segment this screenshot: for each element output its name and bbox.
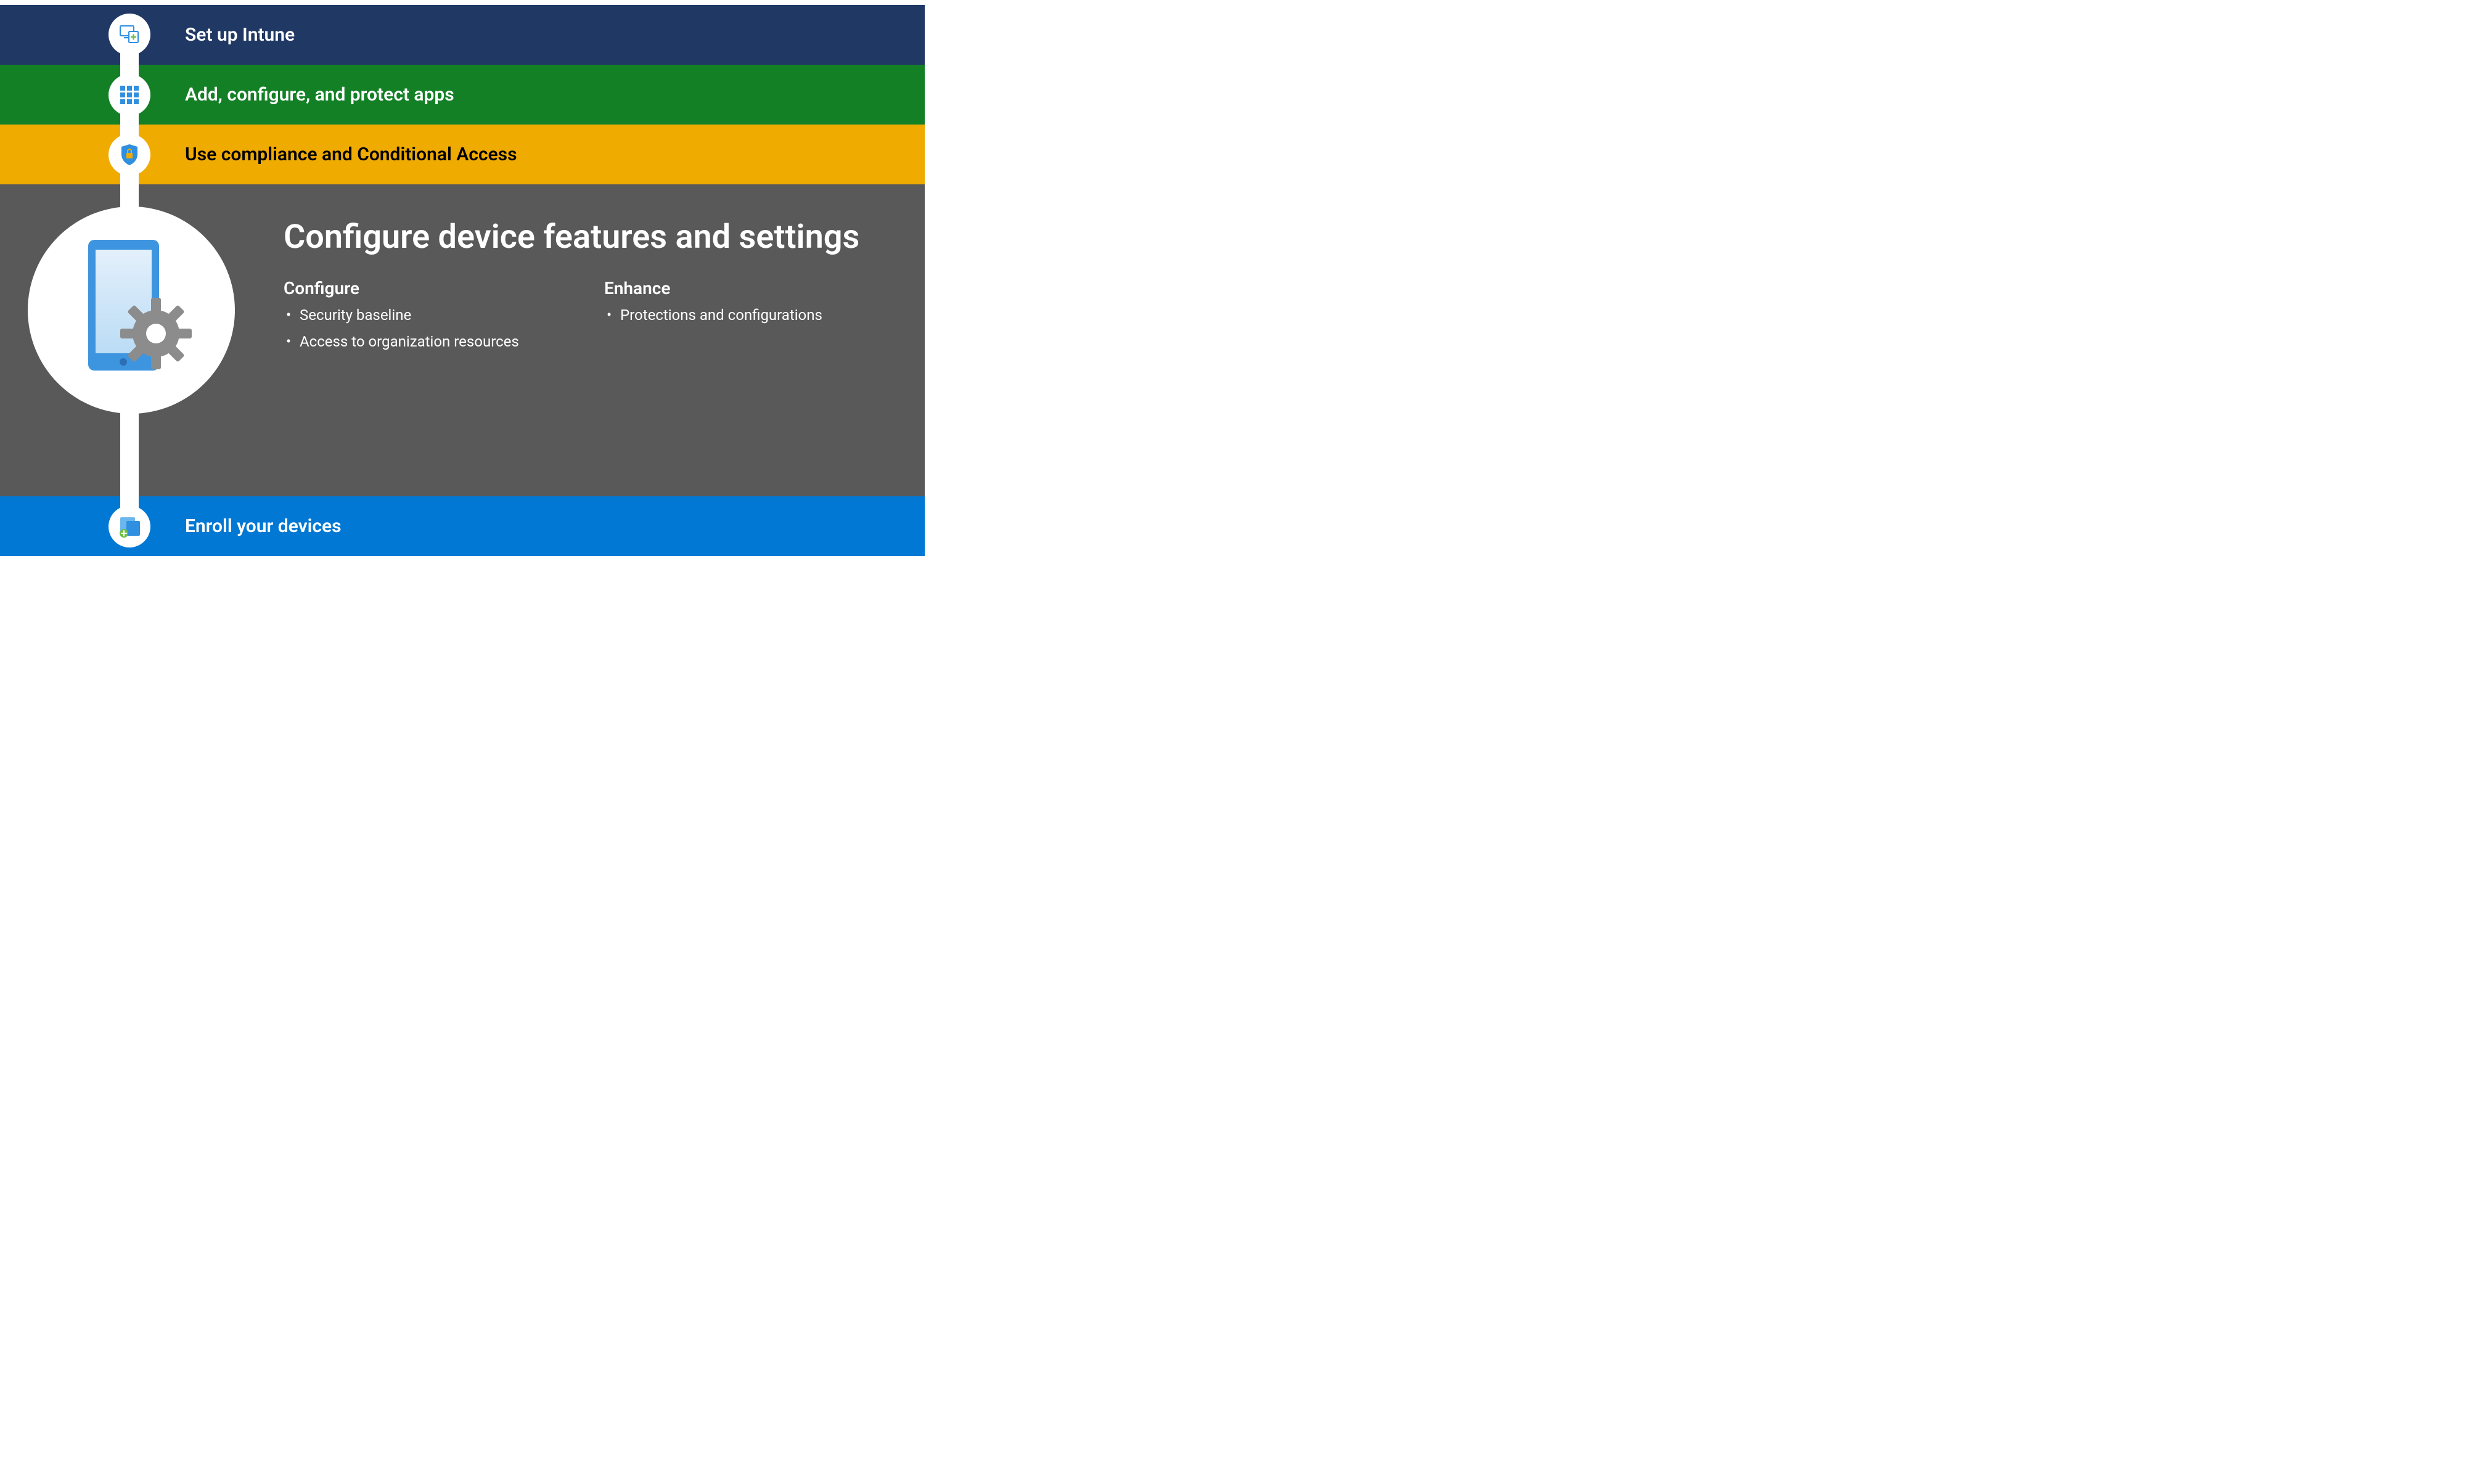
apps-grid-icon (119, 84, 140, 105)
intune-steps-diagram: Set up Intune Add, configure, and protec… (0, 0, 925, 557)
monitor-device-icon (117, 22, 142, 47)
column-enhance-heading: Enhance (604, 278, 888, 298)
column-configure-heading: Configure (284, 278, 567, 298)
step-enroll-circle (109, 506, 150, 547)
step-apps-label: Add, configure, and protect apps (185, 84, 454, 105)
step-apps-circle (109, 74, 150, 116)
column-enhance: Enhance Protections and configurations (604, 278, 888, 358)
step-compliance-label: Use compliance and Conditional Access (185, 144, 517, 165)
list-item: Protections and configurations (604, 305, 888, 326)
active-step-title: Configure device features and settings (284, 218, 888, 256)
device-add-icon (117, 515, 142, 538)
step-enroll-label: Enroll your devices (185, 515, 342, 537)
list-item: Security baseline (284, 305, 567, 326)
active-step-circle (28, 207, 235, 414)
shield-lock-icon (119, 143, 140, 166)
list-item: Access to organization resources (284, 331, 567, 353)
step-setup-label: Set up Intune (185, 24, 295, 46)
step-compliance-circle (109, 134, 150, 176)
column-enhance-list: Protections and configurations (604, 305, 888, 326)
step-setup-circle (109, 14, 150, 55)
column-configure: Configure Security baseline Access to or… (284, 278, 567, 358)
column-configure-list: Security baseline Access to organization… (284, 305, 567, 353)
active-columns: Configure Security baseline Access to or… (284, 278, 888, 358)
active-step-content: Configure device features and settings C… (284, 184, 888, 358)
phone-gear-icon (57, 229, 205, 391)
